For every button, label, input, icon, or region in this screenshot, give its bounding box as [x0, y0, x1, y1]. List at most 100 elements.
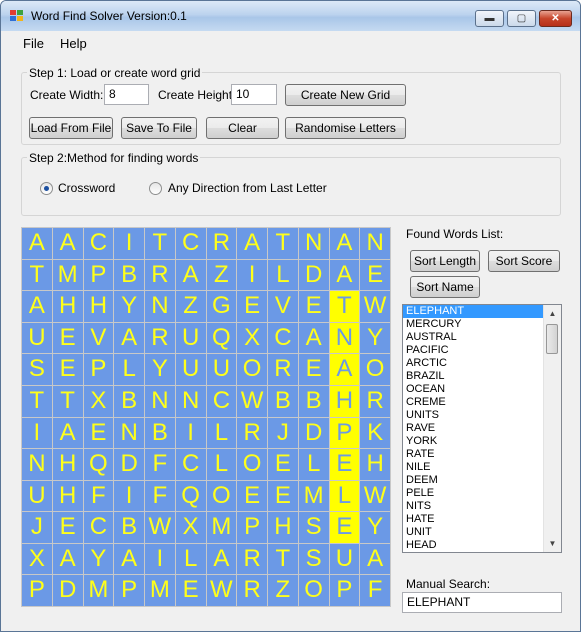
grid-cell[interactable]: P [83, 354, 114, 385]
list-item[interactable]: UNITS [403, 409, 561, 422]
grid-cell[interactable]: H [329, 385, 360, 417]
randomise-letters-button[interactable]: Randomise Letters [285, 117, 406, 139]
grid-cell[interactable]: A [52, 228, 83, 259]
grid-cell[interactable]: A [360, 543, 390, 575]
grid-cell[interactable]: R [268, 354, 298, 385]
grid-cell[interactable]: X [175, 512, 206, 543]
grid-cell[interactable]: V [83, 322, 114, 354]
grid-cell[interactable]: C [268, 322, 298, 354]
grid-cell[interactable]: L [175, 543, 206, 575]
grid-cell[interactable]: U [175, 322, 206, 354]
grid-cell[interactable]: B [114, 259, 144, 291]
grid-cell[interactable]: R [145, 259, 175, 291]
list-item[interactable]: BRAZIL [403, 370, 561, 383]
grid-cell[interactable]: T [22, 259, 52, 291]
grid-cell[interactable]: E [268, 480, 298, 512]
grid-cell[interactable]: D [298, 417, 329, 449]
list-item[interactable]: NILE [403, 461, 561, 474]
grid-cell[interactable]: T [268, 228, 298, 259]
grid-cell[interactable]: N [145, 291, 175, 322]
grid-cell[interactable]: E [360, 259, 390, 291]
grid-cell[interactable]: M [83, 575, 114, 606]
grid-cell[interactable]: H [52, 449, 83, 480]
grid-cell[interactable]: K [360, 417, 390, 449]
grid-cell[interactable]: U [175, 354, 206, 385]
list-item[interactable]: HATE [403, 513, 561, 526]
menu-file[interactable]: File [23, 36, 44, 51]
sort-name-button[interactable]: Sort Name [410, 276, 480, 298]
grid-cell[interactable]: Q [83, 449, 114, 480]
grid-cell[interactable]: H [52, 480, 83, 512]
grid-cell[interactable]: L [206, 449, 237, 480]
grid-cell[interactable]: L [206, 417, 237, 449]
grid-cell[interactable]: E [83, 417, 114, 449]
grid-cell[interactable]: L [329, 480, 360, 512]
grid-cell[interactable]: E [298, 291, 329, 322]
list-item[interactable]: OCEAN [403, 383, 561, 396]
grid-cell[interactable]: R [145, 322, 175, 354]
grid-cell[interactable]: N [298, 228, 329, 259]
grid-cell[interactable]: T [145, 228, 175, 259]
grid-cell[interactable]: C [206, 385, 237, 417]
grid-cell[interactable]: D [298, 259, 329, 291]
grid-cell[interactable]: A [237, 228, 267, 259]
grid-cell[interactable]: C [175, 228, 206, 259]
grid-cell[interactable]: C [83, 228, 114, 259]
list-item[interactable]: NITS [403, 500, 561, 513]
grid-cell[interactable]: E [237, 480, 267, 512]
grid-cell[interactable]: Z [206, 259, 237, 291]
list-item[interactable]: YORK [403, 435, 561, 448]
grid-cell[interactable]: U [22, 480, 52, 512]
grid-cell[interactable]: P [329, 417, 360, 449]
grid-cell[interactable]: F [145, 480, 175, 512]
grid-cell[interactable]: W [360, 291, 390, 322]
grid-cell[interactable]: E [175, 575, 206, 606]
grid-cell[interactable]: Y [360, 322, 390, 354]
grid-cell[interactable]: H [268, 512, 298, 543]
list-item[interactable]: UNIT [403, 526, 561, 539]
grid-cell[interactable]: G [206, 291, 237, 322]
grid-cell[interactable]: H [83, 291, 114, 322]
sort-length-button[interactable]: Sort Length [410, 250, 480, 272]
scroll-down-icon[interactable]: ▼ [544, 535, 561, 552]
grid-cell[interactable]: J [268, 417, 298, 449]
grid-cell[interactable]: W [145, 512, 175, 543]
grid-cell[interactable]: A [329, 259, 360, 291]
grid-cell[interactable]: R [360, 385, 390, 417]
grid-cell[interactable]: F [360, 575, 390, 606]
grid-cell[interactable]: H [52, 291, 83, 322]
grid-cell[interactable]: R [237, 417, 267, 449]
height-input[interactable]: 10 [231, 84, 277, 105]
grid-cell[interactable]: E [52, 512, 83, 543]
grid-cell[interactable]: A [52, 417, 83, 449]
grid-cell[interactable]: N [145, 385, 175, 417]
title-bar[interactable]: Word Find Solver Version:0.1 ▬ ▢ ✕ [1, 1, 580, 31]
list-scrollbar[interactable]: ▲ ▼ [543, 305, 561, 552]
grid-cell[interactable]: E [52, 322, 83, 354]
list-item[interactable]: DEEM [403, 474, 561, 487]
list-item[interactable]: PELE [403, 487, 561, 500]
grid-cell[interactable]: I [145, 543, 175, 575]
grid-cell[interactable]: U [206, 354, 237, 385]
grid-cell[interactable]: O [298, 575, 329, 606]
grid-cell[interactable]: A [114, 322, 144, 354]
maximize-button[interactable]: ▢ [507, 10, 536, 27]
grid-cell[interactable]: B [268, 385, 298, 417]
crossword-label[interactable]: Crossword [58, 181, 115, 195]
grid-cell[interactable]: X [237, 322, 267, 354]
grid-cell[interactable]: N [360, 228, 390, 259]
grid-cell[interactable]: P [329, 575, 360, 606]
minimize-button[interactable]: ▬ [475, 10, 504, 27]
grid-cell[interactable]: Z [268, 575, 298, 606]
grid-cell[interactable]: B [114, 512, 144, 543]
scroll-up-icon[interactable]: ▲ [544, 305, 561, 322]
grid-cell[interactable]: P [114, 575, 144, 606]
grid-cell[interactable]: O [206, 480, 237, 512]
list-item[interactable]: RATE [403, 448, 561, 461]
grid-cell[interactable]: Y [83, 543, 114, 575]
grid-cell[interactable]: B [145, 417, 175, 449]
menu-help[interactable]: Help [60, 36, 87, 51]
close-button[interactable]: ✕ [539, 10, 572, 27]
grid-cell[interactable]: F [145, 449, 175, 480]
grid-cell[interactable]: A [52, 543, 83, 575]
